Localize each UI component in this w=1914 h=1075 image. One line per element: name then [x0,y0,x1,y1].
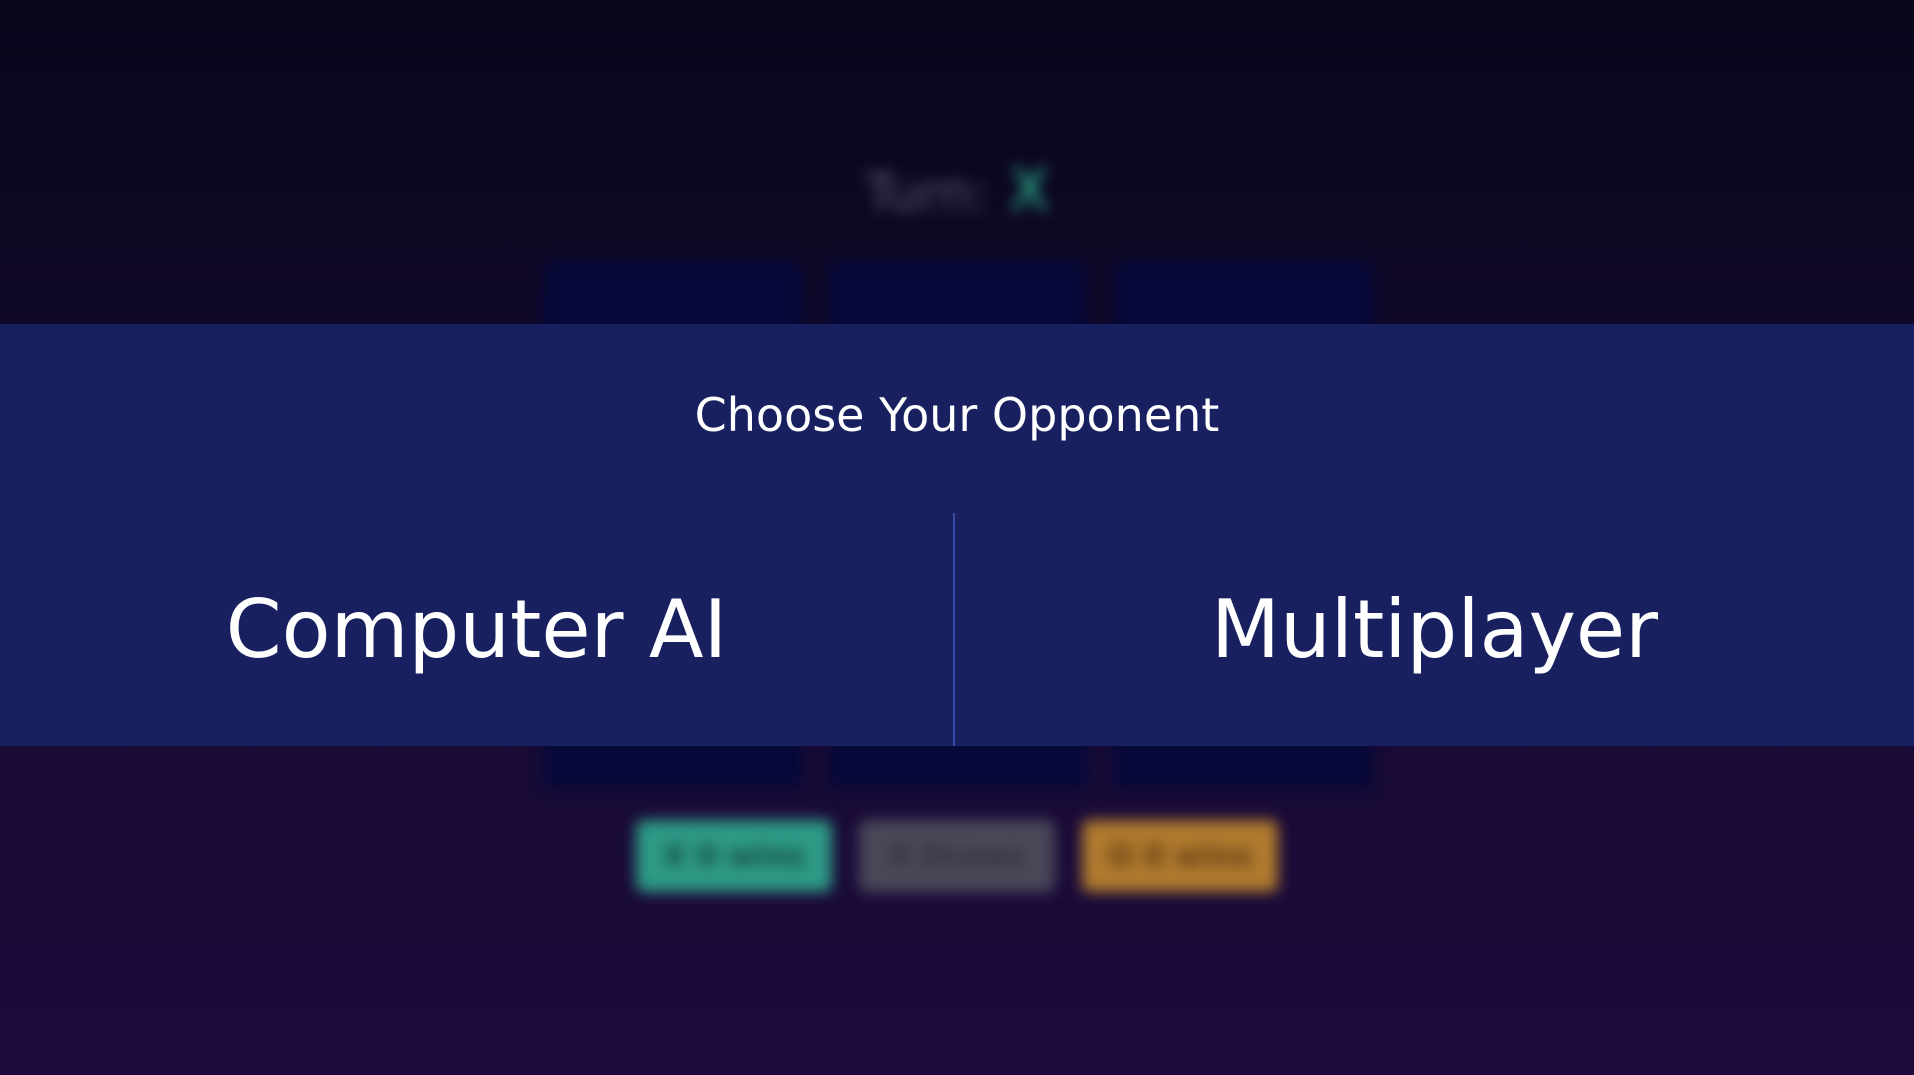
computer-ai-button[interactable]: Computer AI [0,513,953,746]
turn-indicator: Turn: X [0,156,1914,224]
turn-label: Turn: [864,164,988,222]
multiplayer-button[interactable]: Multiplayer [955,513,1914,746]
modal-title: Choose Your Opponent [694,388,1220,442]
draws-badge: 0 Draws [859,820,1055,892]
o-wins-badge: O 0 wins [1082,820,1278,892]
score-bar: X 0 wins 0 Draws O 0 wins [0,820,1914,892]
turn-mark: X [1009,156,1050,224]
x-wins-badge: X 0 wins [636,820,832,892]
